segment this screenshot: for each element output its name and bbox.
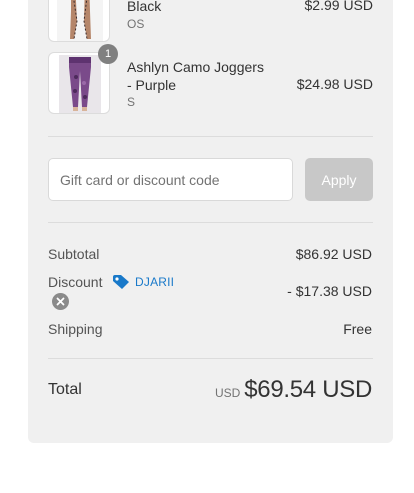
product-thumbnail-joggers: 1 <box>48 44 118 114</box>
line-item-black: Black OS $2.99 USD <box>48 0 373 42</box>
item-variant: OS <box>127 17 145 31</box>
shipping-label: Shipping <box>48 321 103 337</box>
discount-code: DJARII <box>135 275 175 289</box>
shipping-value: Free <box>343 321 372 337</box>
item-price: $2.99 USD <box>304 0 373 13</box>
product-thumbnail-leggings <box>48 0 110 42</box>
item-name: Black <box>127 0 162 14</box>
divider <box>48 136 373 137</box>
total-value: $69.54 USD <box>244 376 372 403</box>
item-name-line2: - Purple <box>127 77 177 93</box>
total-label: Total <box>48 381 82 398</box>
discount-code-input[interactable] <box>48 158 293 201</box>
remove-discount-icon[interactable] <box>52 293 69 310</box>
tag-icon <box>113 275 129 289</box>
item-variant: S <box>127 95 136 109</box>
discount-tag: DJARII <box>112 274 174 290</box>
divider <box>48 222 373 223</box>
total-currency: USD <box>215 386 241 400</box>
item-name-line1: Ashlyn Camo Joggers <box>127 59 264 75</box>
apply-discount-button[interactable]: Apply <box>305 158 373 201</box>
quantity-badge: 1 <box>98 44 118 64</box>
divider <box>48 358 373 359</box>
discount-value: - $17.38 USD <box>287 283 372 299</box>
subtotal-label: Subtotal <box>48 246 100 262</box>
line-item-camo-joggers: 1 Ashlyn Camo Joggers - Purple S $24.98 … <box>48 44 373 116</box>
item-price: $24.98 USD <box>296 76 373 92</box>
discount-label: Discount <box>48 274 103 290</box>
subtotal-value: $86.92 USD <box>295 246 372 262</box>
